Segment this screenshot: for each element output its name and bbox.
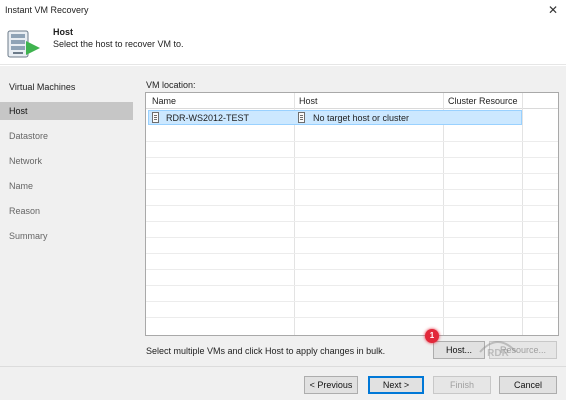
vm-host-cell: No target host or cluster [313,113,410,123]
row-divider [146,205,558,206]
page-subtitle: Select the host to recover VM to. [53,39,184,49]
callout-badge: 1 [425,329,439,343]
column-divider [443,93,444,335]
host-icon [298,112,305,123]
finish-button[interactable]: Finish [433,376,491,394]
step-name[interactable]: Name [0,177,133,195]
row-divider [146,221,558,222]
step-host[interactable]: Host [0,102,133,120]
row-divider [146,269,558,270]
step-network[interactable]: Network [0,152,133,170]
server-restore-icon [7,30,40,58]
watermark-logo: RDR [479,341,517,359]
column-divider [294,93,295,335]
cancel-button[interactable]: Cancel [499,376,557,394]
wizard-header: Host Select the host to recover VM to. [0,20,566,65]
table-header: Name Host Cluster Resource [146,93,558,109]
row-divider [146,285,558,286]
row-divider [146,173,558,174]
title-bar: Instant VM Recovery ✕ [0,0,566,20]
row-divider [146,317,558,318]
vm-name-cell: RDR-WS2012-TEST [166,113,250,123]
wizard-steps: Virtual Machines Host Datastore Network … [0,66,138,366]
row-divider [146,237,558,238]
step-reason[interactable]: Reason [0,202,133,220]
column-header-host[interactable]: Host [299,96,318,106]
step-summary[interactable]: Summary [0,227,133,245]
bulk-hint-text: Select multiple VMs and click Host to ap… [146,346,386,356]
row-divider [146,253,558,254]
close-icon[interactable]: ✕ [548,3,558,17]
svg-text:RDR: RDR [487,348,509,359]
vm-location-label: VM location: [146,80,196,90]
row-divider [146,141,558,142]
previous-button[interactable]: < Previous [304,376,358,394]
step-virtual-machines[interactable]: Virtual Machines [0,78,133,96]
step-datastore[interactable]: Datastore [0,127,133,145]
window-title: Instant VM Recovery [5,5,89,15]
column-divider [522,93,523,335]
row-divider [146,189,558,190]
vm-icon [152,112,159,123]
column-header-cluster[interactable]: Cluster Resource [448,96,518,106]
vm-location-table[interactable]: Name Host Cluster Resource RDR-WS2012-TE… [145,92,559,336]
row-divider [146,301,558,302]
row-divider [146,157,558,158]
column-header-name[interactable]: Name [152,96,176,106]
next-button[interactable]: Next > [368,376,424,394]
page-title: Host [53,27,73,37]
